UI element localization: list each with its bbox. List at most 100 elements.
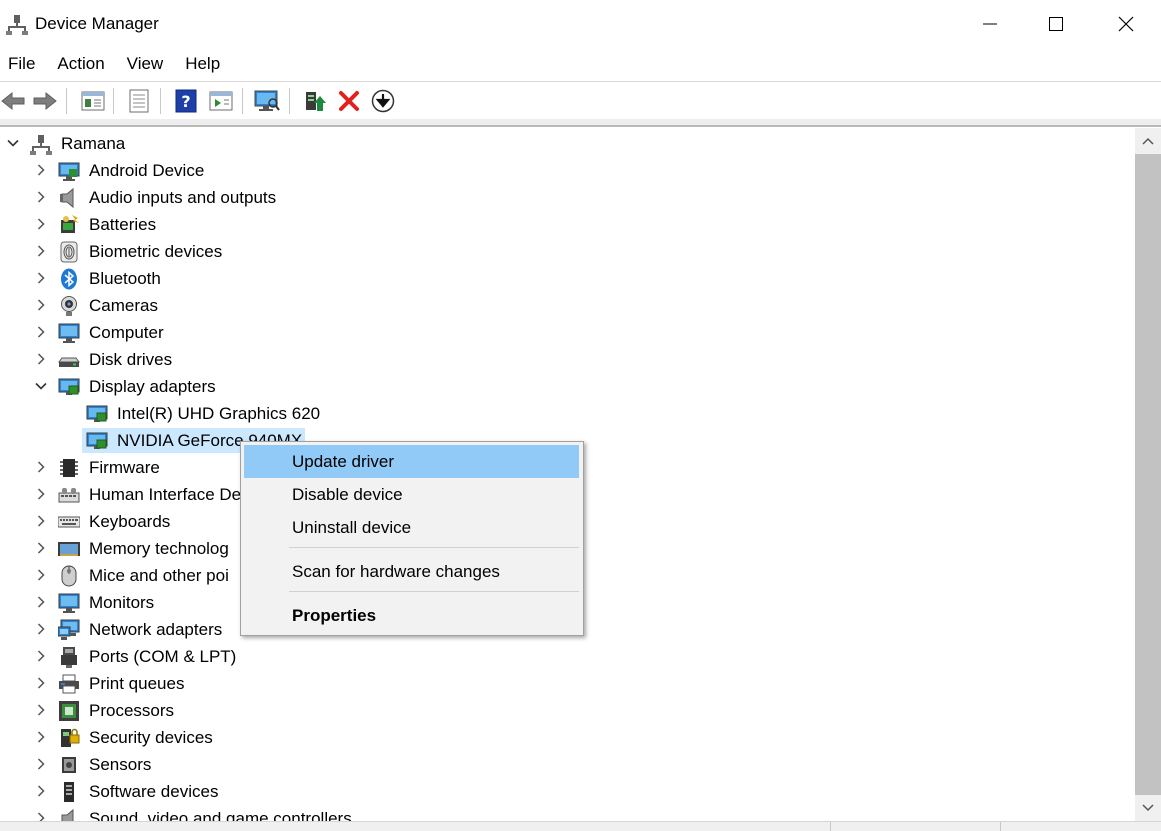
menu-properties[interactable]: Properties (244, 599, 579, 632)
forward-button[interactable] (32, 88, 58, 114)
close-button[interactable] (1091, 0, 1161, 48)
display-adapter-icon (86, 432, 108, 449)
update-driver-icon (306, 92, 326, 111)
tree-category[interactable]: Batteries (0, 211, 1135, 238)
category-label: Mice and other poi (89, 566, 229, 585)
mouse-icon (61, 565, 77, 587)
menu-update-driver[interactable]: Update driver (244, 445, 579, 478)
monitor-icon (58, 593, 80, 613)
chevron-down-icon[interactable] (34, 379, 48, 393)
menu-action[interactable]: Action (49, 48, 112, 80)
battery-icon (61, 215, 79, 233)
scroll-down-button[interactable] (1135, 795, 1161, 821)
menu-uninstall-device[interactable]: Uninstall device (244, 511, 579, 544)
menu-scan-hardware[interactable]: Scan for hardware changes (244, 555, 579, 588)
chevron-right-icon[interactable] (34, 244, 48, 258)
scrollbar-thumb[interactable] (1135, 154, 1161, 831)
tree-category[interactable]: Security devices (0, 724, 1135, 751)
back-button[interactable] (0, 88, 26, 114)
tree-root[interactable]: Ramana (0, 130, 1135, 157)
title-bar: Device Manager (0, 0, 1161, 48)
chevron-right-icon[interactable] (34, 568, 48, 582)
scroll-up-button[interactable] (1135, 128, 1161, 154)
status-bar (0, 821, 1161, 831)
action-pane-icon (209, 91, 233, 111)
category-label: Memory technolog (89, 539, 229, 558)
maximize-button[interactable] (1021, 0, 1091, 48)
action-pane-button[interactable] (208, 88, 234, 114)
tree-category[interactable]: Ports (COM & LPT) (0, 643, 1135, 670)
tree-category[interactable]: Disk drives (0, 346, 1135, 373)
window-title: Device Manager (35, 14, 159, 33)
chevron-right-icon[interactable] (34, 271, 48, 285)
chevron-right-icon[interactable] (34, 298, 48, 312)
computer-icon (58, 323, 80, 343)
software-icon (64, 782, 74, 802)
properties-toolbar-button[interactable] (126, 88, 152, 114)
port-icon (61, 647, 77, 668)
chevron-right-icon[interactable] (34, 217, 48, 231)
toolbar-divider (0, 119, 1161, 127)
disable-toolbar-button[interactable] (370, 88, 396, 114)
chevron-right-icon[interactable] (34, 622, 48, 636)
back-arrow-icon (1, 91, 25, 111)
chevron-right-icon[interactable] (34, 541, 48, 555)
chevron-right-icon[interactable] (34, 730, 48, 744)
toolbar-separator (289, 88, 290, 114)
tree-category[interactable]: Software devices (0, 778, 1135, 805)
minimize-button[interactable] (955, 0, 1025, 48)
menu-view[interactable]: View (119, 48, 172, 80)
tree-category[interactable]: Print queues (0, 670, 1135, 697)
tree-category-expanded[interactable]: Display adapters (0, 373, 1135, 400)
keyboard-icon (58, 516, 80, 528)
tree-category[interactable]: Processors (0, 697, 1135, 724)
tree-category[interactable]: Sound, video and game controllers (0, 805, 1135, 821)
show-hide-console-tree-button[interactable] (80, 88, 106, 114)
device-label: Intel(R) UHD Graphics 620 (117, 404, 321, 423)
scan-hardware-button[interactable] (254, 88, 280, 114)
disk-drive-icon (58, 357, 80, 367)
chevron-right-icon[interactable] (34, 784, 48, 798)
forward-arrow-icon (33, 91, 57, 111)
category-label: Sound, video and game controllers (89, 809, 352, 821)
webcam-icon (61, 296, 77, 316)
category-label: Batteries (89, 215, 157, 234)
help-button[interactable]: ? (173, 88, 199, 114)
chevron-down-icon[interactable] (6, 136, 20, 150)
tree-category[interactable]: Sensors (0, 751, 1135, 778)
category-label: Processors (89, 701, 175, 720)
menu-file[interactable]: File (0, 48, 43, 80)
chevron-right-icon[interactable] (34, 514, 48, 528)
status-separator (1000, 822, 1001, 831)
chevron-right-icon[interactable] (34, 649, 48, 663)
chevron-right-icon[interactable] (34, 703, 48, 717)
menu-disable-device[interactable]: Disable device (244, 478, 579, 511)
menu-help[interactable]: Help (177, 48, 228, 80)
tree-device[interactable]: Intel(R) UHD Graphics 620 (0, 400, 1135, 427)
security-icon (61, 728, 80, 747)
chevron-right-icon[interactable] (34, 676, 48, 690)
vertical-scrollbar[interactable] (1135, 128, 1161, 831)
tree-category[interactable]: Bluetooth (0, 265, 1135, 292)
tree-root-label: Ramana (61, 134, 126, 153)
chevron-right-icon[interactable] (34, 163, 48, 177)
tree-category[interactable]: Cameras (0, 292, 1135, 319)
chevron-right-icon[interactable] (34, 595, 48, 609)
tree-category[interactable]: Audio inputs and outputs (0, 184, 1135, 211)
update-driver-toolbar-button[interactable] (302, 88, 328, 114)
category-label: Computer (89, 323, 164, 342)
chevron-right-icon[interactable] (34, 325, 48, 339)
category-label: Keyboards (89, 512, 171, 531)
tree-category[interactable]: Android Device (0, 157, 1135, 184)
chevron-right-icon[interactable] (34, 757, 48, 771)
tree-category[interactable]: Computer (0, 319, 1135, 346)
uninstall-toolbar-button[interactable] (336, 88, 362, 114)
chevron-right-icon[interactable] (34, 190, 48, 204)
sensor-icon (62, 757, 76, 773)
chevron-right-icon[interactable] (34, 487, 48, 501)
chevron-right-icon[interactable] (34, 352, 48, 366)
chevron-right-icon[interactable] (34, 460, 48, 474)
chevron-right-icon[interactable] (34, 811, 48, 821)
tree-category[interactable]: Biometric devices (0, 238, 1135, 265)
category-label: Ports (COM & LPT) (89, 647, 237, 666)
